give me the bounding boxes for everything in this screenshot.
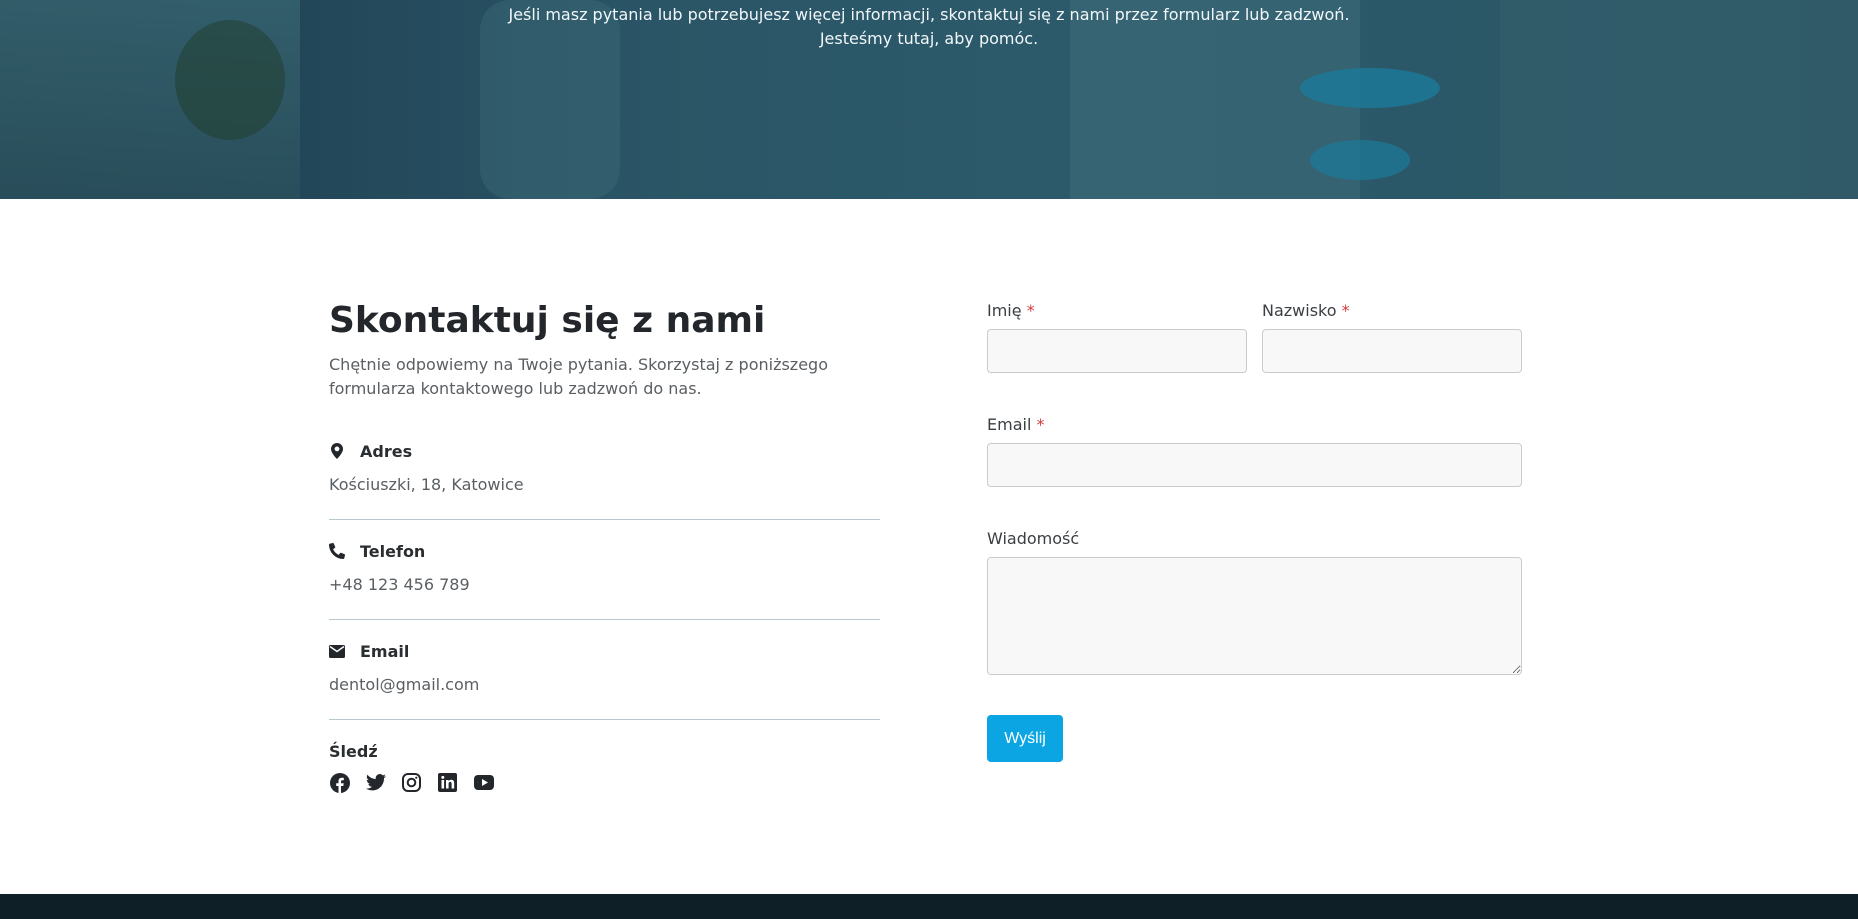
first-name-label: Imię *	[987, 300, 1035, 322]
page-title: Skontaktuj się z nami	[329, 300, 766, 341]
facebook-icon[interactable]	[329, 772, 350, 793]
youtube-icon[interactable]	[473, 772, 494, 793]
first-name-input[interactable]	[987, 329, 1247, 373]
email-input[interactable]	[987, 443, 1522, 487]
info-item-email: Email dentol@gmail.com	[329, 640, 880, 696]
message-label-text: Wiadomość	[987, 529, 1080, 548]
info-item-address: Adres Kościuszki, 18, Katowice	[329, 440, 880, 496]
hero-bg-stool	[1300, 68, 1440, 108]
first-name-label-text: Imię	[987, 301, 1022, 320]
required-mark: *	[1036, 415, 1045, 434]
contact-intro: Chętnie odpowiemy na Twoje pytania. Skor…	[329, 355, 828, 398]
info-label-phone: Telefon	[360, 541, 426, 561]
follow-label: Śledź	[329, 742, 378, 761]
required-mark: *	[1026, 301, 1035, 320]
message-textarea[interactable]	[987, 557, 1522, 675]
hero-line-1: Jeśli masz pytania lub potrzebujesz więc…	[508, 5, 1350, 24]
required-mark: *	[1341, 301, 1350, 320]
last-name-input[interactable]	[1262, 329, 1522, 373]
email-label-text: Email	[987, 415, 1032, 434]
linkedin-icon[interactable]	[437, 772, 458, 793]
footer	[0, 894, 1858, 919]
twitter-icon[interactable]	[365, 772, 386, 793]
social-links	[329, 772, 494, 793]
info-label-address: Adres	[360, 441, 413, 461]
divider	[329, 619, 880, 620]
hero-bg-stool-base	[1310, 140, 1410, 180]
hero-text: Jeśli masz pytania lub potrzebujesz więc…	[0, 3, 1858, 51]
last-name-label: Nazwisko *	[1262, 300, 1350, 322]
last-name-label-text: Nazwisko	[1262, 301, 1337, 320]
submit-button[interactable]: Wyślij	[987, 715, 1063, 762]
hero-banner: Jeśli masz pytania lub potrzebujesz więc…	[0, 0, 1858, 199]
hero-line-2: Jesteśmy tutaj, aby pomóc.	[819, 29, 1039, 48]
envelope-icon	[329, 643, 345, 659]
divider	[329, 519, 880, 520]
info-value-email: dentol@gmail.com	[329, 675, 480, 694]
map-marker-icon	[329, 443, 345, 459]
contact-info: Skontaktuj się z nami Chętnie odpowiemy …	[329, 298, 880, 793]
info-value-phone: +48 123 456 789	[329, 575, 470, 594]
phone-icon	[329, 543, 345, 559]
email-label: Email *	[987, 414, 1044, 436]
message-label: Wiadomość	[987, 528, 1079, 550]
info-item-phone: Telefon +48 123 456 789	[329, 540, 880, 596]
info-label-email: Email	[360, 641, 410, 661]
divider	[329, 719, 880, 720]
instagram-icon[interactable]	[401, 772, 422, 793]
info-value-address: Kościuszki, 18, Katowice	[329, 475, 524, 494]
